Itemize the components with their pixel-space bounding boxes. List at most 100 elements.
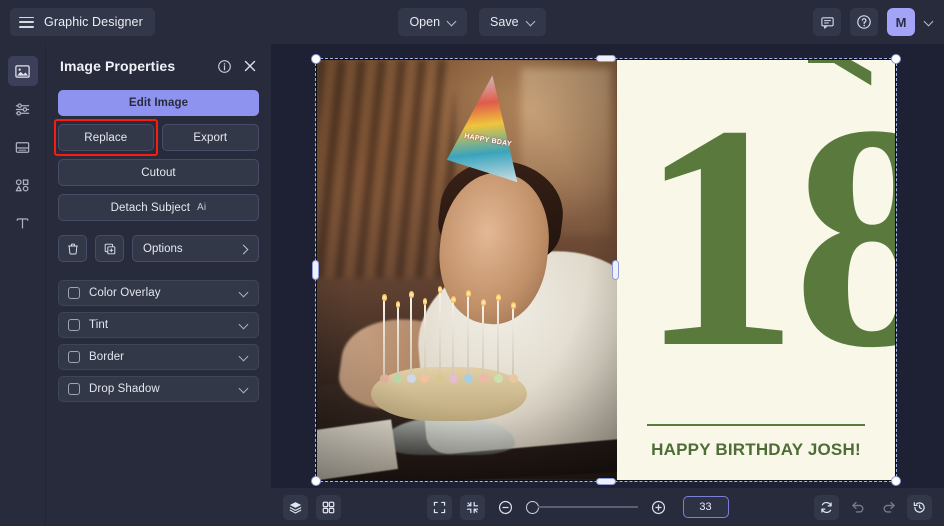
effect-drop-shadow[interactable]: Drop Shadow — [58, 376, 259, 402]
layout-icon — [14, 139, 31, 156]
chevron-down-icon[interactable] — [924, 17, 934, 27]
fit-to-screen-button[interactable] — [427, 495, 452, 520]
effect-label: Tint — [89, 319, 108, 331]
card-message: HAPPY BIRTHDAY JOSH! — [617, 440, 895, 460]
effect-border[interactable]: Border — [58, 344, 259, 370]
help-circle-icon — [856, 14, 872, 30]
effects-list: Color Overlay Tint Border Drop Shadow — [58, 280, 259, 402]
trash-icon — [66, 242, 80, 256]
save-button[interactable]: Save — [479, 8, 546, 36]
drop-shadow-checkbox[interactable] — [68, 383, 80, 395]
card-object[interactable]: 18 TODAY HAPPY BIRTHDAY JOSH! — [617, 60, 895, 480]
canvas-area[interactable]: HAPPY BDAY — [271, 44, 944, 526]
main-body: Image Properties — [0, 44, 944, 526]
sidebar-item-elements[interactable] — [8, 170, 38, 200]
duplicate-button[interactable] — [95, 235, 124, 262]
effect-tint[interactable]: Tint — [58, 312, 259, 338]
card-rotated-word: TODAY — [786, 60, 891, 86]
effect-label: Color Overlay — [89, 287, 161, 299]
photo-vignette — [317, 60, 617, 480]
image-icon — [14, 63, 31, 80]
ai-badge: Ai — [197, 202, 206, 213]
redo-button[interactable] — [876, 495, 901, 520]
chevron-down-icon — [448, 18, 456, 26]
zoom-slider[interactable] — [526, 501, 638, 514]
detach-subject-label: Detach Subject — [111, 202, 190, 214]
replace-button[interactable]: Replace — [58, 124, 154, 151]
help-button[interactable] — [850, 8, 878, 36]
reset-button[interactable] — [814, 495, 839, 520]
history-icon — [912, 500, 927, 515]
chevron-down-icon[interactable] — [240, 385, 249, 394]
zoom-level-input[interactable]: 33 — [683, 496, 729, 518]
comment-icon — [820, 15, 835, 30]
zoom-in-button[interactable] — [646, 495, 671, 520]
options-label: Options — [143, 243, 183, 255]
edit-image-button[interactable]: Edit Image — [58, 90, 259, 116]
top-bar: Graphic Designer Open Save — [0, 0, 944, 44]
sidebar-item-text[interactable] — [8, 208, 38, 238]
chevron-right-icon — [240, 245, 248, 253]
duplicate-icon — [103, 242, 117, 256]
undo-icon — [850, 499, 866, 515]
tint-checkbox[interactable] — [68, 319, 80, 331]
info-button[interactable] — [217, 59, 232, 74]
tool-rail — [0, 44, 46, 526]
layers-button[interactable] — [283, 495, 308, 520]
redo-icon — [881, 499, 897, 515]
card-number: 18 — [639, 70, 895, 405]
shapes-icon — [14, 177, 31, 194]
hamburger-icon — [19, 17, 34, 28]
photo-object[interactable]: HAPPY BDAY — [317, 60, 617, 480]
export-button[interactable]: Export — [162, 124, 260, 151]
options-button[interactable]: Options — [132, 235, 259, 262]
color-overlay-checkbox[interactable] — [68, 287, 80, 299]
zoom-to-fit-icon — [465, 500, 480, 515]
avatar[interactable]: M — [887, 8, 915, 36]
text-icon — [14, 215, 31, 232]
panel-header-actions — [217, 59, 257, 74]
page-title: Image Properties — [60, 58, 175, 74]
open-label: Open — [409, 15, 440, 29]
app-menu-button[interactable]: Graphic Designer — [10, 8, 155, 36]
object-actions-row: Options — [58, 235, 259, 262]
chevron-down-icon — [527, 18, 535, 26]
undo-button[interactable] — [845, 495, 870, 520]
replace-export-row: Replace Export — [58, 124, 259, 151]
cutout-button[interactable]: Cutout — [58, 159, 259, 186]
sidebar-item-images[interactable] — [8, 56, 38, 86]
open-button[interactable]: Open — [398, 8, 467, 36]
grid-icon — [321, 500, 336, 515]
zoom-slider-track[interactable] — [538, 506, 638, 508]
top-right-actions: M — [813, 8, 934, 36]
history-button[interactable] — [907, 495, 932, 520]
replace-highlight: Replace — [58, 124, 154, 151]
info-circle-icon — [217, 59, 232, 74]
effect-color-overlay[interactable]: Color Overlay — [58, 280, 259, 306]
effect-label: Border — [89, 351, 124, 363]
comment-button[interactable] — [813, 8, 841, 36]
close-button[interactable] — [243, 59, 257, 73]
artboard[interactable]: HAPPY BDAY — [317, 60, 895, 480]
zoom-to-fit-button[interactable] — [460, 495, 485, 520]
grid-button[interactable] — [316, 495, 341, 520]
border-checkbox[interactable] — [68, 351, 80, 363]
history-controls — [814, 495, 932, 520]
chevron-down-icon[interactable] — [240, 353, 249, 362]
sidebar-item-templates[interactable] — [8, 132, 38, 162]
delete-button[interactable] — [58, 235, 87, 262]
app-title: Graphic Designer — [44, 15, 143, 29]
zoom-in-icon — [650, 499, 667, 516]
zoom-out-button[interactable] — [493, 495, 518, 520]
layers-icon — [288, 500, 303, 515]
adjustments-icon — [14, 101, 31, 118]
sidebar-item-adjust[interactable] — [8, 94, 38, 124]
fit-to-screen-icon — [432, 500, 447, 515]
detach-subject-button[interactable]: Detach Subject Ai — [58, 194, 259, 221]
image-properties-panel: Image Properties — [46, 44, 271, 526]
app-window: Graphic Designer Open Save — [0, 0, 944, 526]
chevron-down-icon[interactable] — [240, 321, 249, 330]
zoom-controls: 33 — [427, 495, 729, 520]
chevron-down-icon[interactable] — [240, 289, 249, 298]
bottom-toolbar: 33 — [271, 488, 944, 526]
